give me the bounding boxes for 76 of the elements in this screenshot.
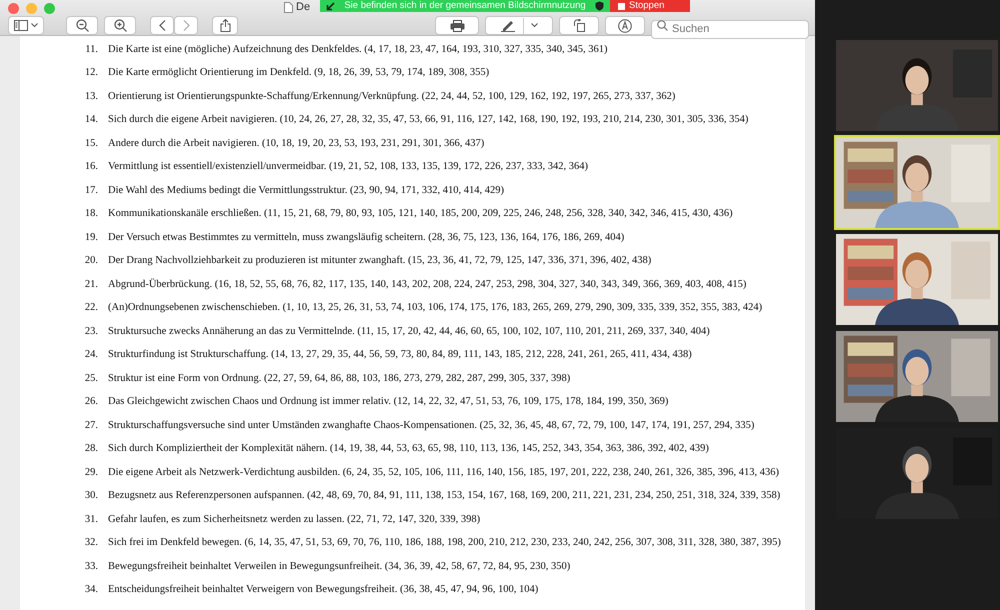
list-item-text: Bewegungsfreiheit beinhaltet Verweilen in Bewegungsunfreiheit. (34, 36, 39, 42, 58, 67, 72, 84, 95, 230, 350) (108, 560, 570, 574)
list-number: 12. (84, 66, 99, 80)
window-title: De (296, 0, 310, 15)
list-item-text: Sich frei im Denkfeld bewegen. (6, 14, 35, 47, 51, 53, 69, 70, 76, 110, 186, 188, 198, 200, 210, 212, 230, 233, 240, 242, 256, 307, 308, 311, 328, 380, 387, 395) (108, 536, 781, 550)
list-number: 33. (84, 560, 99, 574)
list-item-text: Das Gleichgewicht zwischen Chaos und Ordnung ist immer relativ. (12, 14, 22, 32, 47, 51, 53, 76, 109, 175, 178, 184, 199, 350, 369) (108, 395, 668, 410)
list-number: 20. (84, 254, 99, 268)
list-number: 27. (84, 418, 99, 433)
list-item-text: Abgrund-Überbrückung. (16, 18, 52, 55, 68, 76, 82, 117, 135, 140, 143, 202, 208, 224, 247, 253, 298, 304, 327, 340, 343, 349, 366, 369, 403, 408, 415) (108, 278, 746, 292)
list-number: 29. (84, 466, 99, 480)
rotate-icon (572, 19, 586, 32)
markup-button[interactable] (485, 16, 553, 35)
list-item-text: Strukturfindung ist Strukturschaffung. (14, 13, 27, 29, 35, 44, 56, 59, 73, 80, 84, 89, 111, 143, 185, 212, 228, 241, 261, 265, 411, 434, 438) (108, 348, 692, 362)
list-item-text: Kommunikationskanäle erschließen. (11, 15, 21, 68, 79, 80, 93, 105, 121, 140, 185, 200, 209, 225, 246, 248, 256, 328, 340, 342, 346, 415, 430, 436) (108, 207, 733, 222)
arrow-icon (326, 2, 335, 10)
share-button[interactable] (212, 16, 238, 35)
list-number: 16. (84, 160, 99, 174)
list-number: 19. (84, 230, 99, 245)
sidebar-toggle-button[interactable] (8, 16, 44, 35)
sidebar-icon (14, 20, 28, 31)
list-item-text: Der Drang Nachvollziehbarkeit zu produzieren ist mitunter zwanghaft. (15, 23, 36, 41, 72, 79, 125, 147, 336, 371, 396, 402, 438) (108, 254, 652, 268)
list-number: 23. (84, 324, 99, 339)
list-item-text: Sich durch Kompliziertheit der Komplexität nähern. (14, 19, 38, 44, 53, 63, 65, 98, 110, 113, 136, 145, 252, 343, 354, 363, 386, 392, 402, 439) (108, 442, 709, 456)
list-number: 17. (84, 184, 99, 198)
list-number: 13. (84, 90, 99, 104)
stop-share-button[interactable]: Stoppen (610, 0, 690, 12)
list-item-text: Die eigene Arbeit als Netzwerk-Verdichtung ausbilden. (6, 24, 35, 52, 105, 106, 111, 116, 140, 156, 185, 197, 201, 222, 238, 240, 261, 326, 385, 396, 413, 436) (108, 466, 780, 480)
list-number: 22. (84, 301, 99, 316)
list-item-text: Die Wahl des Mediums bedingt die Vermittlungsstruktur. (23, 90, 94, 171, 332, 410, 414, 429) (108, 184, 504, 198)
share-icon (220, 19, 230, 32)
chevron-right-icon (182, 20, 190, 31)
list-number: 25. (84, 372, 99, 386)
shield-icon (595, 1, 604, 11)
list-item-text: Die Karte ermöglicht Orientierung im Denkfeld. (9, 18, 26, 39, 53, 79, 174, 189, 308, 355) (108, 66, 490, 80)
zoom-out-icon (76, 19, 88, 32)
list-item-text: Strukturschaffungsversuche sind unter Umständen zwanghafte Chaos-Kompensationen. (25, 32, 36, 45, 48, 67, 72, 79, 100, 147, 174, 191, 257, 294, 335) (108, 418, 754, 433)
list-item-text: Bezugsnetz aus Referenzpersonen aufspannen. (42, 48, 69, 70, 84, 91, 111, 138, 153, 154, 167, 168, 169, 200, 211, 221, 231, 234, 250, 251, 318, 324, 339, 358) (108, 489, 780, 504)
list-number: 21. (84, 278, 99, 292)
document-icon (284, 2, 293, 13)
list-item-text: Andere durch die Arbeit navigieren. (10, 18, 19, 20, 23, 53, 193, 231, 291, 301, 366, 437) (108, 136, 484, 151)
caret-icon (31, 23, 38, 28)
list-item-text: Gefahr laufen, es zum Sicherheitsnetz werden zu lassen. (22, 71, 72, 147, 320, 339, 398) (108, 512, 480, 527)
list-number: 24. (84, 348, 99, 362)
zoom-out-button[interactable] (66, 16, 98, 35)
list-number: 15. (84, 136, 99, 151)
list-item-text: Struktursuche zwecks Annäherung an das zu Vermittelnde. (11, 15, 17, 20, 42, 44, 46, 60, 65, 100, 102, 107, 110, 201, 211, 269, 337, 340, 404) (108, 324, 710, 339)
list-number: 26. (84, 395, 99, 410)
list-item-text: Der Versuch etwas Bestimmtes zu vermitteln, muss zwangsläufig scheitern. (28, 36, 75, 123, 136, 164, 176, 186, 269, 404) (108, 230, 624, 245)
printer-icon (450, 20, 464, 32)
search-field[interactable]: Suchen (651, 20, 809, 38)
list-number: 30. (84, 489, 99, 504)
print-button[interactable] (435, 16, 479, 35)
zoom-in-icon (114, 19, 126, 32)
chevron-left-icon (158, 20, 166, 31)
list-item-text: Vermittlung ist essentiell/existenziell/unvermeidbar. (19, 21, 52, 108, 133, 135, 139, 172, 226, 237, 333, 342, 364) (108, 160, 588, 174)
list-number: 14. (84, 113, 99, 128)
list-number: 28. (84, 442, 99, 456)
banner-message: Sie befinden sich in der gemeinsamen Bildschirmnutzung (343, 0, 587, 12)
list-item-text: (An)Ordnungsebenen zwischenschieben. (1, 10, 13, 25, 26, 31, 53, 74, 103, 106, 174, 175, 176, 183, 265, 269, 279, 290, 309, 335, 339, 352, 355, 383, 424) (108, 301, 762, 316)
list-item-text: Die Karte ist eine (mögliche) Aufzeichnung des Denkfeldes. (4, 17, 18, 23, 47, 164, 193, 310, 327, 335, 340, 345, 361) (108, 42, 608, 57)
list-number: 34. (84, 583, 99, 598)
zoom-in-button[interactable] (104, 16, 136, 35)
list-number: 11. (84, 42, 99, 57)
list-number: 18. (84, 207, 99, 222)
annotate-button[interactable] (605, 16, 645, 35)
list-number: 31. (84, 512, 99, 527)
list-item-text: Struktur ist eine Form von Ordnung. (22, 27, 59, 64, 86, 88, 103, 186, 273, 279, 282, 287, 299, 305, 337, 398) (108, 372, 570, 386)
stop-icon (618, 2, 625, 10)
rotate-button[interactable] (559, 16, 599, 35)
back-button[interactable] (150, 16, 174, 35)
list-number: 32. (84, 536, 99, 550)
pen-icon (500, 19, 516, 32)
list-item-text: Orientierung ist Orientierungspunkte-Schaffung/Erkennung/Verknüpfung. (22, 24, 44, 52, 100, 129, 162, 192, 197, 265, 273, 337, 362) (108, 90, 676, 104)
caret-icon (531, 23, 538, 28)
list-item-text: Entscheidungsfreiheit beinhaltet Verweigern von Bewegungsfreiheit. (36, 38, 45, 47, 94, 96, 100, 104) (108, 583, 538, 598)
list-item-text: Sich durch die eigene Arbeit navigieren. (10, 24, 26, 27, 28, 32, 35, 47, 53, 66, 91, 116, 127, 142, 168, 190, 192, 193, 210, 214, 230, 301, 305, 336, 354) (108, 113, 748, 128)
